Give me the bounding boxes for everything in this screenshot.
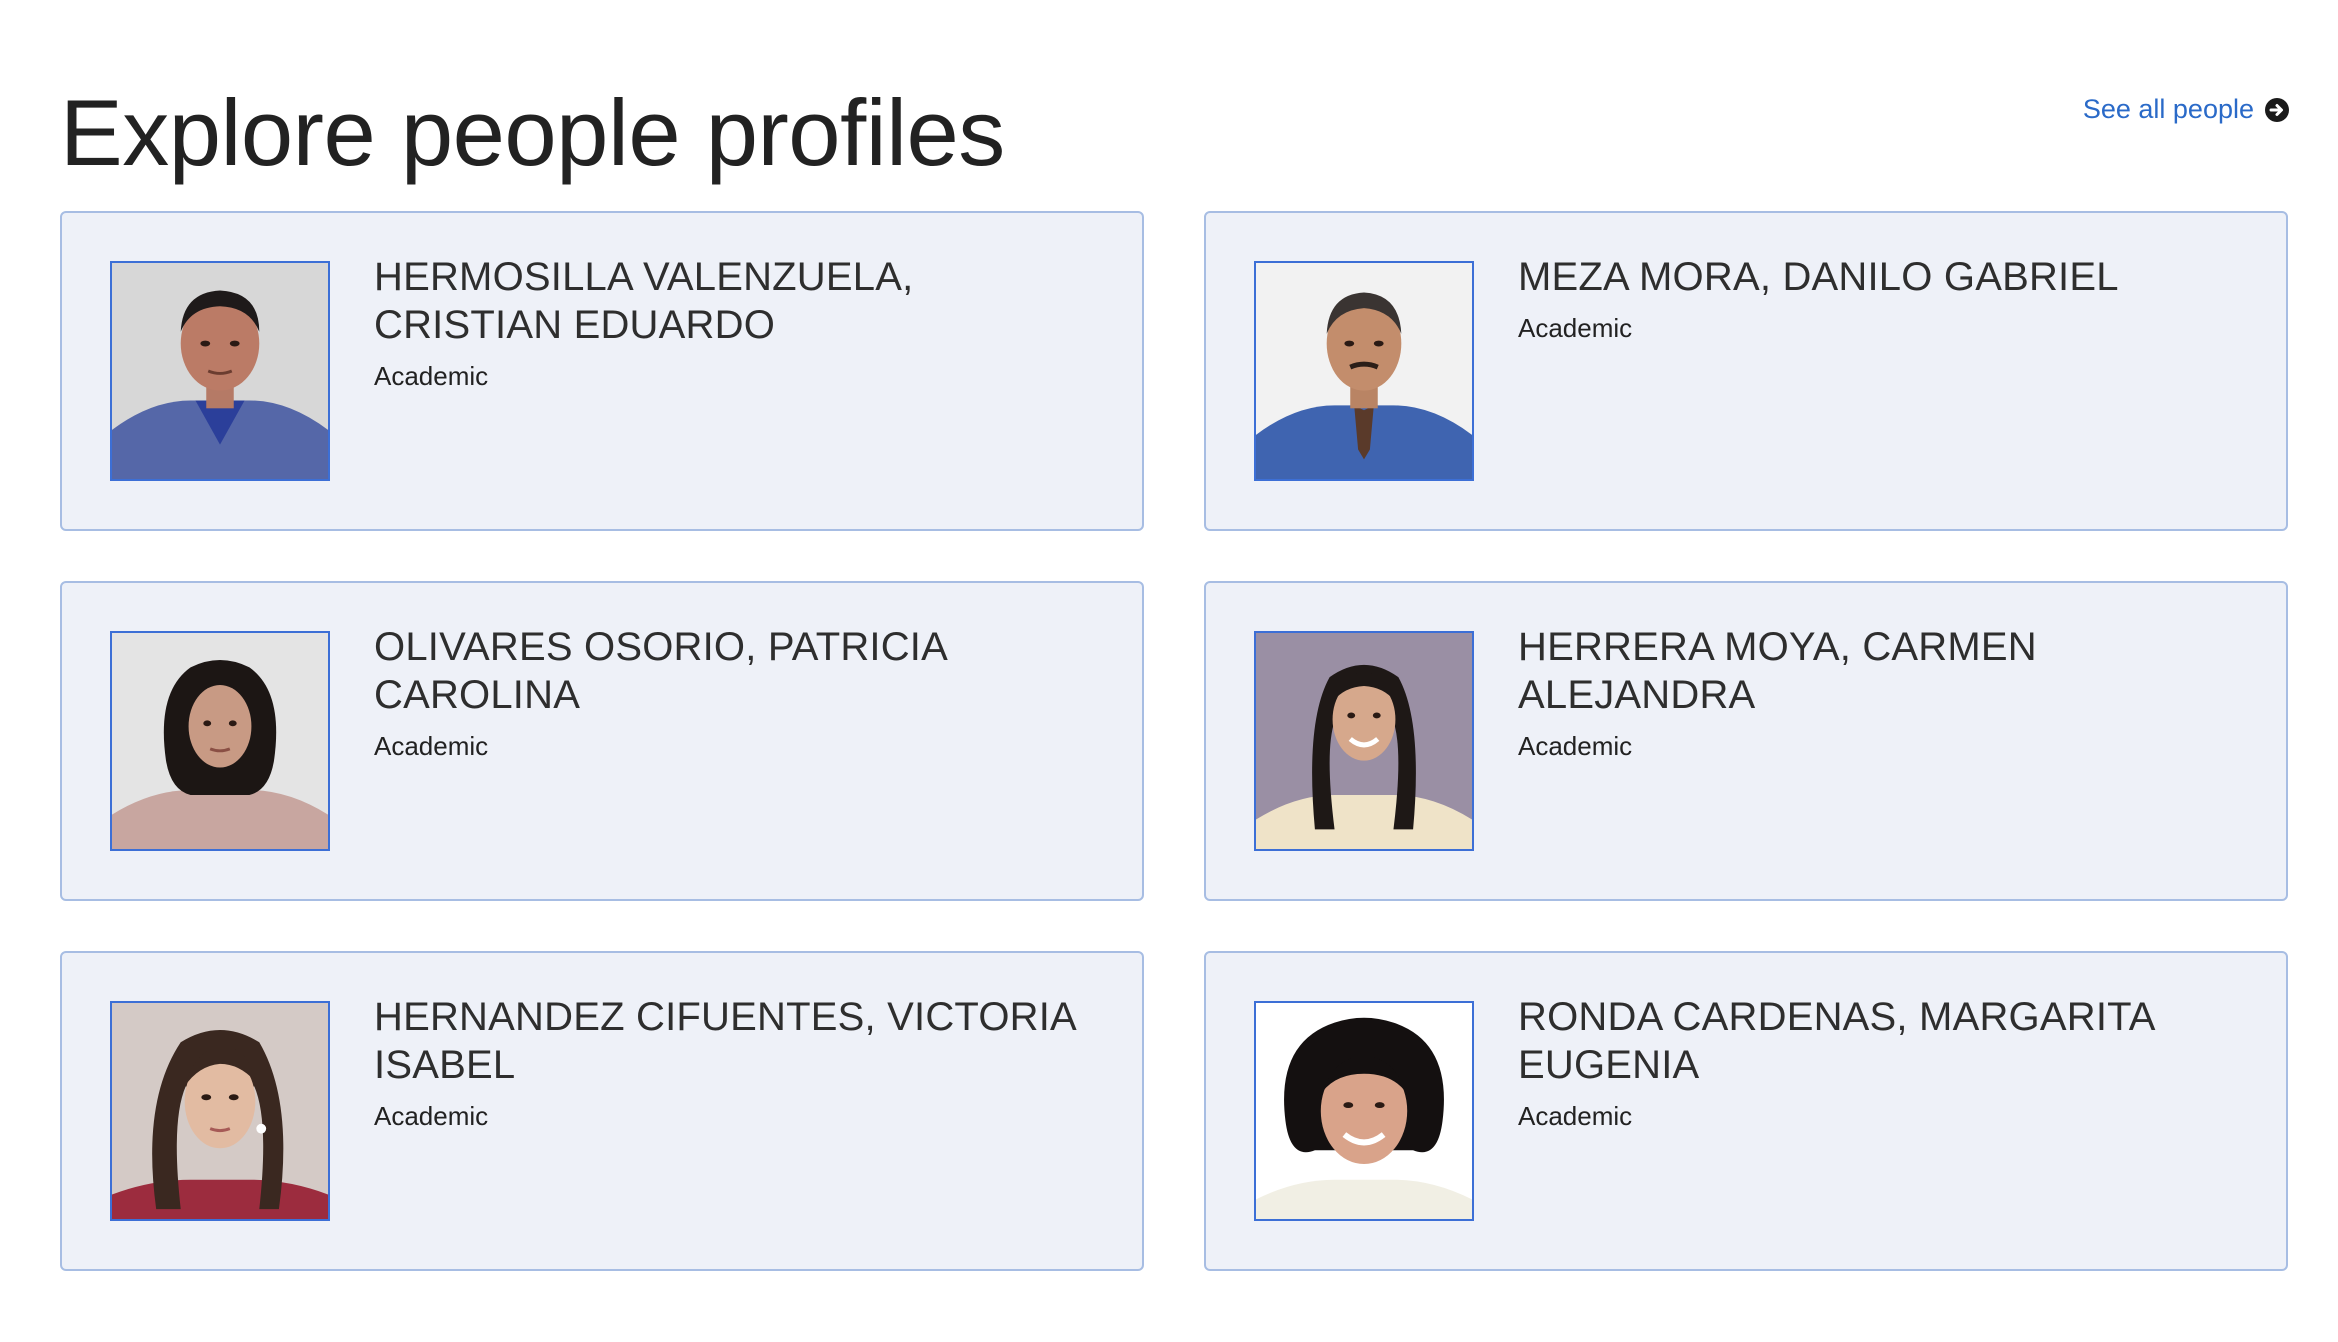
- profile-photo[interactable]: [1254, 261, 1474, 481]
- profile-card[interactable]: HERNANDEZ CIFUENTES, VICTORIA ISABEL Aca…: [60, 951, 1144, 1271]
- profile-role: Academic: [1518, 731, 1633, 761]
- profile-card[interactable]: OLIVARES OSORIO, PATRICIA CAROLINA Acade…: [60, 581, 1144, 901]
- profile-photo[interactable]: [110, 1001, 330, 1221]
- profile-role: Academic: [374, 731, 489, 761]
- see-all-people-label: See all people: [2082, 94, 2254, 124]
- profile-name[interactable]: RONDA CARDENAS, MARGARITA EUGENIA: [1518, 993, 2246, 1089]
- profile-role: Academic: [1518, 313, 1633, 343]
- arrow-circle-right-icon: [2264, 97, 2290, 123]
- person-photo-image: [112, 633, 328, 849]
- profile-name[interactable]: HERNANDEZ CIFUENTES, VICTORIA ISABEL: [374, 993, 1102, 1089]
- profile-name[interactable]: HERMOSILLA VALENZUELA, CRISTIAN EDUARDO: [374, 253, 1102, 349]
- profile-card[interactable]: MEZA MORA, DANILO GABRIEL Academic: [1204, 211, 2288, 531]
- profile-photo[interactable]: [1254, 631, 1474, 851]
- profile-photo[interactable]: [110, 261, 330, 481]
- profile-role: Academic: [374, 361, 489, 391]
- person-photo-image: [1256, 633, 1472, 849]
- profile-name[interactable]: HERRERA MOYA, CARMEN ALEJANDRA: [1518, 623, 2246, 719]
- profile-card[interactable]: HERMOSILLA VALENZUELA, CRISTIAN EDUARDO …: [60, 211, 1144, 531]
- person-photo-image: [112, 1003, 328, 1219]
- profile-photo[interactable]: [1254, 1001, 1474, 1221]
- profile-role: Academic: [374, 1101, 489, 1131]
- person-photo-image: [112, 263, 328, 479]
- profile-grid: HERMOSILLA VALENZUELA, CRISTIAN EDUARDO …: [60, 211, 2288, 1271]
- profile-card[interactable]: RONDA CARDENAS, MARGARITA EUGENIA Academ…: [1204, 951, 2288, 1271]
- person-photo-image: [1256, 263, 1472, 479]
- profile-name[interactable]: MEZA MORA, DANILO GABRIEL: [1518, 253, 2246, 301]
- profile-role: Academic: [1518, 1101, 1633, 1131]
- see-all-people-link[interactable]: See all people: [2083, 94, 2290, 125]
- person-photo-image: [1256, 1003, 1472, 1219]
- profile-photo[interactable]: [110, 631, 330, 851]
- profile-card[interactable]: HERRERA MOYA, CARMEN ALEJANDRA Academic: [1204, 581, 2288, 901]
- page-title: Explore people profiles: [60, 80, 1005, 185]
- profile-name[interactable]: OLIVARES OSORIO, PATRICIA CAROLINA: [374, 623, 1102, 719]
